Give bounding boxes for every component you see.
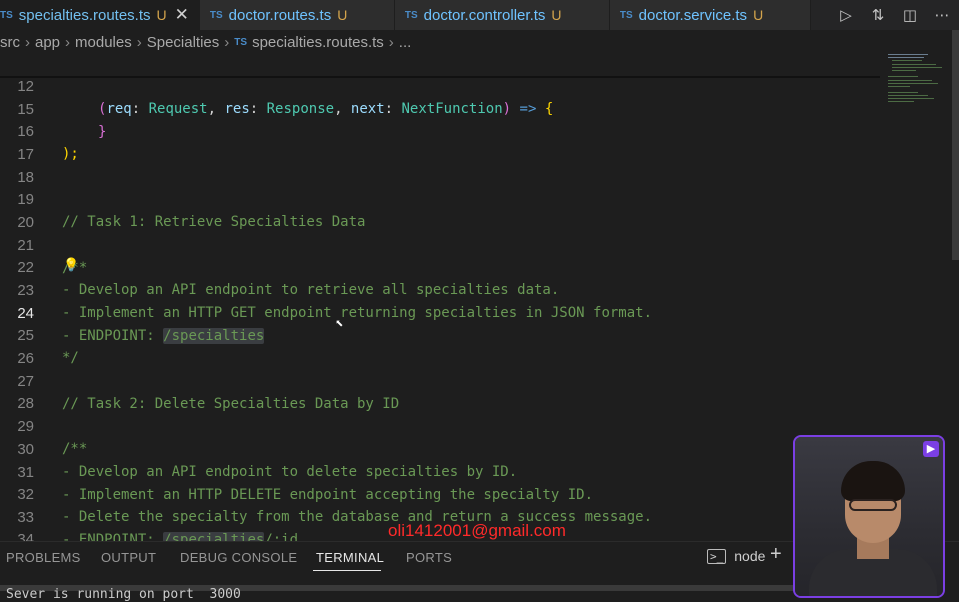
close-icon[interactable]: ✕: [175, 5, 189, 25]
breadcrumb: src › app › modules › Specialties › TS s…: [0, 30, 880, 54]
chevron-right-icon: ›: [25, 33, 30, 51]
breadcrumb-symbol[interactable]: ...: [399, 34, 412, 51]
chevron-right-icon: ›: [224, 33, 230, 51]
code-line: 12 (req: Request, res: Response, next: N…: [0, 54, 880, 117]
new-terminal-icon[interactable]: +: [770, 543, 782, 566]
editor-tab-bar: TS specialties.routes.ts U ✕ TS doctor.r…: [0, 0, 959, 30]
typescript-file-icon: TS: [0, 9, 13, 21]
tab-doctor-routes[interactable]: TS doctor.routes.ts U: [199, 0, 395, 30]
mouse-pointer-icon: ⬉: [335, 316, 344, 332]
breadcrumb-file[interactable]: specialties.routes.ts: [252, 34, 384, 51]
code-line: 30 - Develop an API endpoint to delete s…: [0, 417, 880, 480]
editor-actions: ▷ ⇅ ◫ ⋯: [837, 0, 959, 30]
code-line: 23 - Implement an HTTP GET endpoint retu…: [0, 258, 880, 321]
tab-label: doctor.controller.ts: [423, 6, 546, 24]
code-line: 18: [0, 145, 880, 186]
code-line: 27 // Task 2: Delete Specialties Data by…: [0, 349, 880, 412]
untracked-status: U: [551, 7, 562, 23]
typescript-file-icon: TS: [234, 36, 248, 48]
tab-specialties-routes[interactable]: TS specialties.routes.ts U ✕: [0, 0, 200, 30]
run-icon[interactable]: ▷: [837, 6, 855, 24]
code-line: 26: [0, 326, 880, 367]
terminal-output: Sever is running on port 3000: [6, 587, 241, 602]
code-line-current: 24 - ENDPOINT: /specialties: [0, 281, 880, 344]
terminal-icon: >_: [707, 548, 727, 564]
code-editor[interactable]: 12 (req: Request, res: Response, next: N…: [0, 54, 880, 570]
untracked-status: U: [337, 7, 348, 23]
editor-scrollbar[interactable]: [952, 30, 959, 260]
code-line: 16 );: [0, 99, 880, 162]
email-watermark: oli1412001@gmail.com: [388, 521, 566, 540]
webcam-overlay: ▶: [793, 435, 945, 598]
terminal-name: node: [734, 548, 766, 564]
tab-doctor-controller[interactable]: TS doctor.controller.ts U: [394, 0, 610, 30]
chevron-right-icon: ›: [136, 33, 142, 51]
code-line: 28: [0, 371, 880, 412]
code-line: 32 - Delete the specialty from the datab…: [0, 462, 880, 525]
code-line: 29 /**: [0, 394, 880, 457]
typescript-file-icon: TS: [209, 9, 223, 21]
tab-debug-console[interactable]: DEBUG CONSOLE: [180, 550, 297, 565]
code-line: 33 - ENDPOINT: /specialties/:id: [0, 485, 880, 548]
code-line: 17: [0, 122, 880, 163]
split-editor-icon[interactable]: ◫: [901, 6, 919, 24]
code-line: 20: [0, 190, 880, 231]
compare-changes-icon[interactable]: ⇅: [869, 6, 887, 24]
glasses-icon: [849, 499, 897, 511]
tab-label: doctor.service.ts: [638, 6, 748, 24]
code-line: 22 - Develop an API endpoint to retrieve…: [0, 235, 880, 298]
tab-ports[interactable]: PORTS: [406, 550, 452, 565]
terminal-selector[interactable]: >_ node: [707, 548, 765, 564]
tab-output[interactable]: OUTPUT: [101, 550, 156, 565]
code-line: 15 }: [0, 77, 880, 140]
breadcrumb-item[interactable]: Specialties: [147, 34, 220, 51]
code-line: 25 */: [0, 303, 880, 366]
chevron-right-icon: ›: [65, 33, 71, 51]
tab-label: specialties.routes.ts: [18, 6, 151, 24]
code-line: 21 /**: [0, 213, 880, 276]
breadcrumb-item[interactable]: modules: [75, 34, 132, 51]
breadcrumb-item[interactable]: src: [0, 34, 20, 51]
tab-problems[interactable]: PROBLEMS: [6, 550, 81, 565]
breadcrumb-item[interactable]: app: [35, 34, 60, 51]
lightbulb-icon[interactable]: 💡: [63, 258, 79, 273]
code-line: 31 - Implement an HTTP DELETE endpoint a…: [0, 440, 880, 503]
typescript-file-icon: TS: [619, 9, 633, 21]
minimap[interactable]: [884, 54, 944, 114]
more-actions-icon[interactable]: ⋯: [933, 6, 951, 24]
untracked-status: U: [753, 7, 764, 23]
tab-doctor-service[interactable]: TS doctor.service.ts U: [609, 0, 811, 30]
code-line: 19 // Task 1: Retrieve Specialties Data: [0, 167, 880, 230]
tab-label: doctor.routes.ts: [228, 6, 332, 24]
active-tab-indicator: [313, 570, 381, 571]
logo-badge-icon: ▶: [923, 441, 939, 457]
chevron-right-icon: ›: [388, 33, 394, 51]
untracked-status: U: [156, 7, 167, 23]
tab-terminal[interactable]: TERMINAL: [316, 550, 384, 565]
typescript-file-icon: TS: [404, 9, 418, 21]
